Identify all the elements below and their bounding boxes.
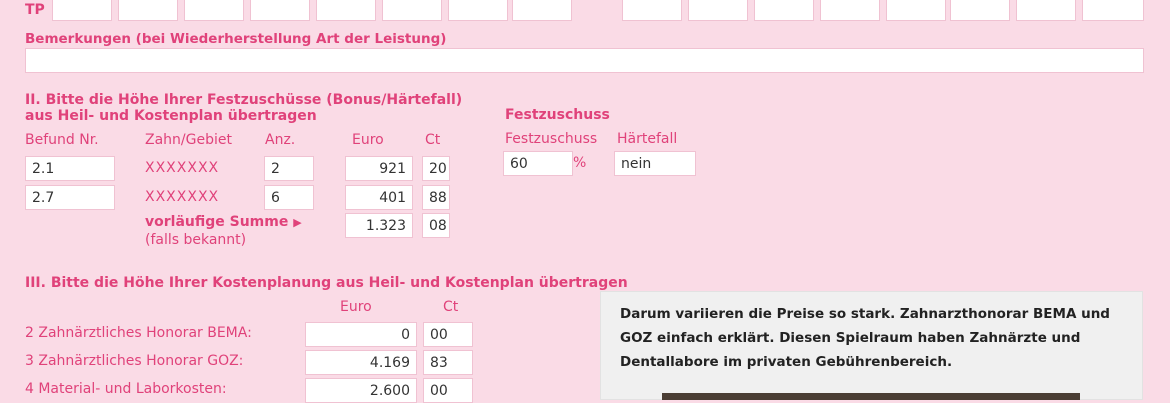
percent-sign: %: [573, 155, 587, 171]
bemerkungen-label: Bemerkungen (bei Wiederherstellung Art d…: [25, 31, 447, 47]
info-card-text[interactable]: Darum variieren die Preise so stark. Zah…: [620, 302, 1130, 374]
haertefall-input[interactable]: nein: [614, 151, 696, 176]
festzuschuss-label: Festzuschuss: [505, 131, 598, 147]
video-thumbnail[interactable]: [662, 393, 1080, 400]
befund-field[interactable]: 2.1: [25, 156, 115, 181]
zahn-gebiet-value: XXXXXXX: [145, 160, 220, 176]
section3-title: III. Bitte die Höhe Ihrer Kostenplanung …: [25, 275, 628, 291]
goz-ct-field[interactable]: 83: [423, 350, 473, 375]
euro-field[interactable]: 401: [345, 185, 413, 210]
sum-euro-field[interactable]: 1.323: [345, 213, 413, 238]
bemerkungen-input[interactable]: [25, 48, 1144, 73]
ct-field[interactable]: 20: [422, 156, 450, 181]
material-label: 4 Material- und Laborkosten:: [25, 381, 227, 397]
tp-field-1[interactable]: [52, 0, 112, 21]
section3-col-euro: Euro: [340, 299, 372, 315]
bema-ct-field[interactable]: 00: [423, 322, 473, 347]
zahn-gebiet-value: XXXXXXX: [145, 189, 220, 205]
col-ct-header: Ct: [425, 132, 441, 148]
goz-euro-field[interactable]: 4.169: [305, 350, 417, 375]
tp-field-12[interactable]: [820, 0, 880, 21]
festzuschuss-input[interactable]: 60: [503, 151, 573, 176]
tp-field-6[interactable]: [382, 0, 442, 21]
anz-field[interactable]: 6: [264, 185, 314, 210]
festzuschuss-title: Festzuschuss: [505, 107, 610, 123]
sum-label: vorläufige Summe ▶: [145, 214, 302, 231]
bema-euro-field[interactable]: 0: [305, 322, 417, 347]
anz-field[interactable]: 2: [264, 156, 314, 181]
tp-field-13[interactable]: [886, 0, 946, 21]
sum-label-text: vorläufige Summe: [145, 214, 289, 230]
tp-field-9[interactable]: [622, 0, 682, 21]
euro-field[interactable]: 921: [345, 156, 413, 181]
tp-field-3[interactable]: [184, 0, 244, 21]
material-euro-field[interactable]: 2.600: [305, 378, 417, 403]
section2-title-line1: II. Bitte die Höhe Ihrer Festzuschüsse (…: [25, 92, 463, 108]
col-befund-header: Befund Nr.: [25, 132, 99, 148]
tp-field-16[interactable]: [1082, 0, 1144, 21]
triangle-right-icon: ▶: [293, 216, 302, 229]
tp-field-8[interactable]: [512, 0, 572, 21]
tp-field-10[interactable]: [688, 0, 748, 21]
col-anz-header: Anz.: [265, 132, 296, 148]
tp-field-7[interactable]: [448, 0, 508, 21]
goz-label: 3 Zahnärztliches Honorar GOZ:: [25, 353, 244, 369]
tp-field-2[interactable]: [118, 0, 178, 21]
section3-col-ct: Ct: [443, 299, 459, 315]
sum-ct-field[interactable]: 08: [422, 213, 450, 238]
tp-field-14[interactable]: [950, 0, 1010, 21]
tp-field-4[interactable]: [250, 0, 310, 21]
haertefall-label: Härtefall: [617, 131, 678, 147]
ct-field[interactable]: 88: [422, 185, 450, 210]
befund-field[interactable]: 2.7: [25, 185, 115, 210]
material-ct-field[interactable]: 00: [423, 378, 473, 403]
tp-label: TP: [25, 2, 45, 18]
col-zahn-header: Zahn/Gebiet: [145, 132, 232, 148]
section2-title-line2: aus Heil- und Kostenplan übertragen: [25, 108, 317, 124]
bema-label: 2 Zahnärztliches Honorar BEMA:: [25, 325, 252, 341]
tp-field-15[interactable]: [1016, 0, 1076, 21]
sum-hint: (falls bekannt): [145, 232, 247, 248]
tp-field-5[interactable]: [316, 0, 376, 21]
col-euro-header: Euro: [352, 132, 384, 148]
tp-field-11[interactable]: [754, 0, 814, 21]
